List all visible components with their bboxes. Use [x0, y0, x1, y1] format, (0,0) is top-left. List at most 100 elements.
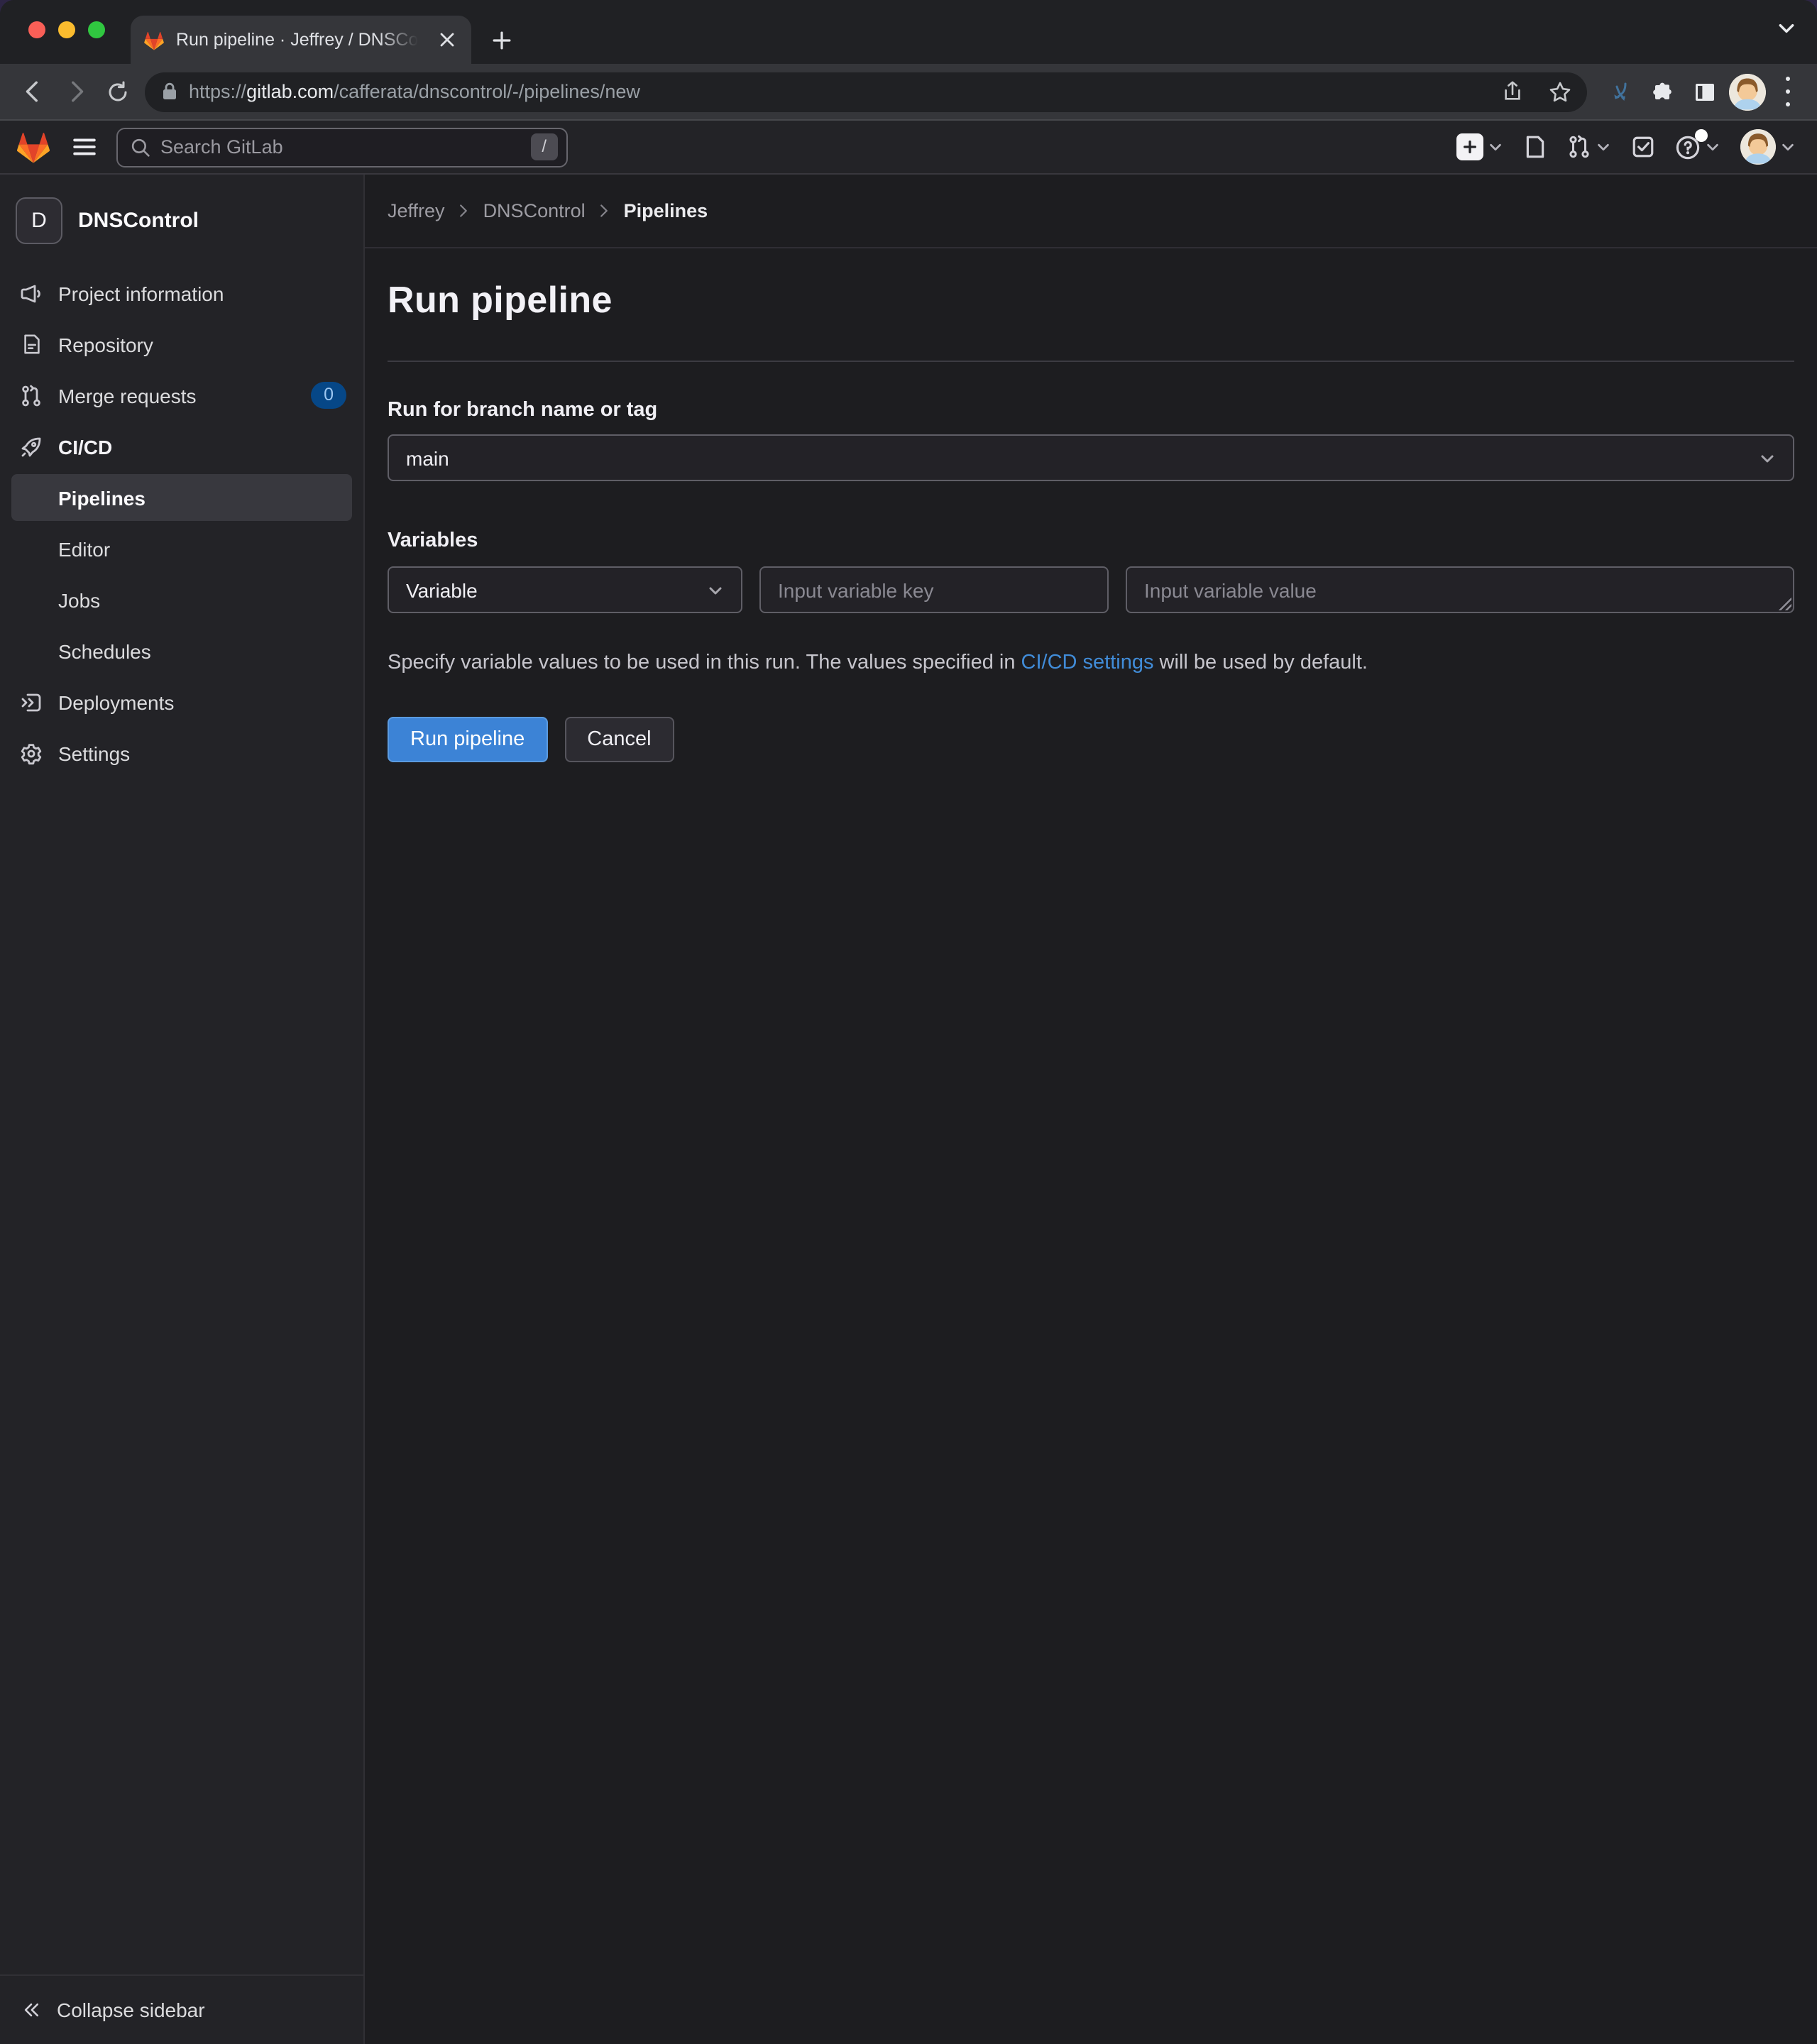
helper-suffix: will be used by default. — [1153, 652, 1368, 674]
chevron-down-icon — [1488, 139, 1503, 155]
minimize-window-button[interactable] — [58, 21, 75, 38]
user-menu-button[interactable] — [1733, 126, 1803, 168]
zoom-window-button[interactable] — [88, 21, 105, 38]
sidebar-item-label: Project information — [58, 282, 224, 304]
sidebar-item-deployments[interactable]: Deployments — [0, 678, 363, 725]
sidebar-item-repository[interactable]: Repository — [0, 321, 363, 368]
branch-select[interactable]: main — [388, 434, 1794, 481]
chevron-down-icon — [1759, 449, 1776, 466]
project-header[interactable]: D DNSControl — [0, 190, 363, 270]
merge-requests-button[interactable] — [1560, 126, 1618, 168]
sidebar-item-jobs[interactable]: Jobs — [0, 576, 363, 623]
address-bar[interactable]: https://gitlab.com/cafferata/dnscontrol/… — [145, 72, 1587, 111]
document-icon — [18, 334, 44, 355]
new-tab-button[interactable] — [483, 21, 520, 58]
project-avatar: D — [16, 197, 62, 244]
variables-label: Variables — [388, 529, 478, 552]
cancel-button[interactable]: Cancel — [564, 717, 674, 762]
hamburger-menu-icon[interactable] — [62, 126, 105, 168]
side-panel-icon[interactable] — [1684, 72, 1726, 111]
branch-select-value: main — [406, 446, 449, 469]
issues-button[interactable] — [1516, 126, 1554, 168]
extension-arrows-icon[interactable] — [1598, 72, 1641, 111]
search-shortcut-key: / — [530, 133, 558, 160]
close-window-button[interactable] — [28, 21, 45, 38]
help-button[interactable] — [1668, 126, 1728, 168]
back-icon[interactable] — [11, 70, 54, 113]
collapse-sidebar-button[interactable]: Collapse sidebar — [0, 1974, 363, 2044]
browser-toolbar: https://gitlab.com/cafferata/dnscontrol/… — [0, 64, 1817, 121]
run-pipeline-form: Run pipeline Run for branch name or tag … — [365, 248, 1817, 762]
project-name: DNSControl — [78, 209, 199, 233]
url-host: gitlab.com — [246, 81, 334, 102]
url-scheme: https:// — [189, 81, 247, 102]
project-sidebar: D DNSControl Project information Reposit… — [0, 175, 365, 2044]
collapse-sidebar-label: Collapse sidebar — [57, 1999, 205, 2021]
breadcrumb: Jeffrey DNSControl Pipelines — [365, 175, 1817, 248]
main-content: Jeffrey DNSControl Pipelines Run pipelin… — [365, 175, 1817, 2044]
rocket-icon — [18, 435, 44, 458]
reload-icon[interactable] — [97, 70, 139, 113]
notification-dot — [1695, 128, 1708, 141]
user-avatar — [1740, 129, 1776, 165]
gitlab-header: Search GitLab / — [0, 121, 1817, 175]
tab-close-icon[interactable] — [434, 28, 459, 52]
breadcrumb-pipelines: Pipelines — [623, 200, 708, 221]
cicd-settings-link[interactable]: CI/CD settings — [1021, 652, 1154, 674]
title-divider — [388, 361, 1794, 362]
sidebar-item-cicd[interactable]: CI/CD — [0, 423, 363, 470]
browser-menu-kebab-icon[interactable] — [1769, 73, 1806, 110]
browser-profile-avatar[interactable] — [1729, 73, 1766, 110]
gitlab-logo-icon[interactable] — [14, 128, 51, 165]
helper-prefix: Specify variable values to be used in th… — [388, 652, 1021, 674]
breadcrumb-jeffrey[interactable]: Jeffrey — [388, 200, 445, 221]
chevron-down-icon — [707, 581, 724, 598]
variable-value-input[interactable] — [1126, 566, 1794, 613]
sidebar-item-label: Editor — [58, 537, 111, 560]
deployments-icon — [18, 691, 44, 713]
sidebar-item-settings[interactable]: Settings — [0, 730, 363, 776]
sidebar-item-label: Schedules — [58, 639, 151, 662]
sidebar-item-pipelines[interactable]: Pipelines — [11, 474, 352, 521]
variable-key-input[interactable] — [759, 566, 1109, 613]
new-menu-button[interactable] — [1449, 126, 1510, 168]
lock-icon — [162, 82, 177, 101]
todos-button[interactable] — [1624, 126, 1662, 168]
gitlab-favicon-icon — [143, 29, 165, 50]
run-pipeline-button[interactable]: Run pipeline — [388, 717, 548, 762]
merge-requests-count-badge: 0 — [311, 382, 346, 409]
forward-icon[interactable] — [54, 70, 97, 113]
sidebar-item-label: Merge requests — [58, 384, 197, 407]
url-path: /cafferata/dnscontrol/-/pipelines/new — [334, 81, 640, 102]
url-text: https://gitlab.com/cafferata/dnscontrol/… — [189, 81, 1482, 102]
search-placeholder: Search GitLab — [160, 136, 283, 158]
sidebar-item-editor[interactable]: Editor — [0, 525, 363, 572]
sidebar-item-label: Deployments — [58, 691, 175, 713]
form-actions: Run pipeline Cancel — [388, 717, 1794, 762]
browser-tab[interactable]: Run pipeline · Jeffrey / DNSCon — [131, 16, 471, 64]
variable-type-select[interactable]: Variable — [388, 566, 742, 613]
extensions-puzzle-icon[interactable] — [1641, 72, 1684, 111]
sidebar-item-merge-requests[interactable]: Merge requests 0 — [0, 372, 363, 419]
variable-type-value: Variable — [406, 578, 478, 601]
bookmark-star-icon[interactable] — [1542, 73, 1579, 110]
sidebar-item-label: Settings — [58, 742, 131, 764]
search-input[interactable]: Search GitLab / — [116, 127, 568, 167]
share-icon[interactable] — [1493, 73, 1530, 110]
browser-window: Run pipeline · Jeffrey / DNSCon https://… — [0, 0, 1817, 2044]
breadcrumb-separator-icon — [458, 204, 471, 217]
variables-helper-text: Specify variable values to be used in th… — [388, 652, 1794, 674]
sidebar-item-schedules[interactable]: Schedules — [0, 627, 363, 674]
variable-value-wrap — [1126, 566, 1794, 613]
sidebar-item-label: Pipelines — [58, 486, 146, 509]
variable-row: Variable — [388, 566, 1794, 613]
tab-search-chevron-icon[interactable] — [1777, 18, 1796, 37]
bullhorn-icon — [18, 282, 44, 304]
breadcrumb-dnscontrol[interactable]: DNSControl — [483, 200, 586, 221]
double-chevron-left-icon — [21, 2000, 41, 2020]
search-icon — [131, 137, 150, 157]
sidebar-item-project-information[interactable]: Project information — [0, 270, 363, 317]
tab-title: Run pipeline · Jeffrey / DNSCon — [176, 30, 423, 50]
chevron-down-icon — [1596, 139, 1611, 155]
page-title: Run pipeline — [388, 278, 613, 321]
